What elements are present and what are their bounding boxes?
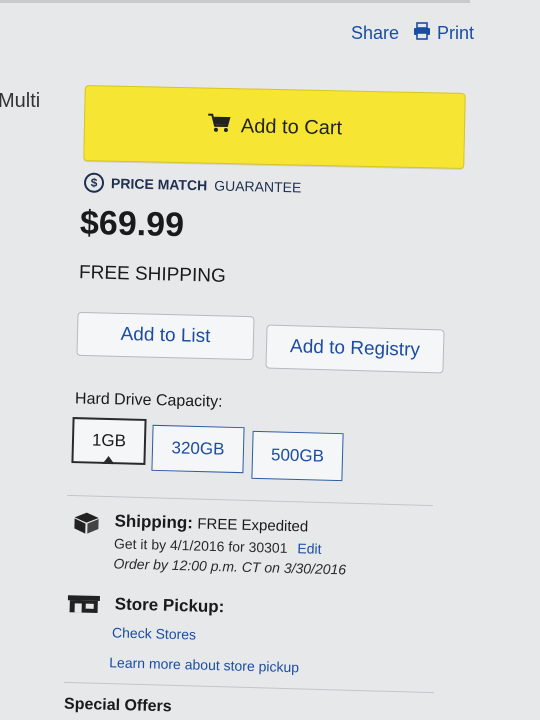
capacity-option-500gb[interactable]: 500GB [251, 430, 344, 482]
print-label: Print [436, 23, 474, 43]
store-pickup-title: Store Pickup: [114, 594, 225, 617]
section-divider [67, 494, 433, 507]
price-match-guarantee[interactable]: $ PRICE MATCH GUARANTEE [83, 172, 302, 198]
print-link[interactable]: Print [413, 22, 474, 45]
add-to-cart-button[interactable]: Add to Cart [83, 85, 466, 169]
edit-zip-link[interactable]: Edit [297, 540, 322, 557]
product-price: $69.99 [79, 203, 185, 245]
special-offers-heading: Special Offers [63, 695, 172, 716]
capacity-option-1gb[interactable]: 1GB [71, 417, 147, 465]
add-to-cart-label: Add to Cart [240, 114, 343, 139]
share-link[interactable]: Share [351, 23, 399, 44]
store-icon [66, 593, 101, 619]
price-match-bold: PRICE MATCH [110, 175, 208, 194]
printer-icon [413, 22, 431, 45]
dollar-badge-icon: $ [83, 172, 105, 193]
share-print-bar: Share Print [351, 22, 474, 45]
capacity-option-320gb[interactable]: 320GB [151, 424, 245, 474]
price-match-rest: GUARANTEE [214, 177, 302, 196]
shipping-section: Shipping: FREE Expedited Get it by 4/1/2… [71, 510, 432, 579]
learn-more-pickup-link[interactable]: Learn more about store pickup [109, 654, 435, 679]
cart-icon [207, 113, 232, 139]
top-divider [0, 0, 470, 3]
box-icon [72, 510, 101, 540]
add-to-list-button[interactable]: Add to List [76, 311, 255, 361]
order-by-text: Order by 12:00 p.m. CT on 3/30/2016 [113, 555, 347, 578]
section-divider-bottom [64, 681, 434, 694]
add-to-registry-button[interactable]: Add to Registry [265, 324, 445, 374]
store-pickup-section: Store Pickup: Check Stores Learn more ab… [65, 593, 437, 679]
check-stores-link[interactable]: Check Stores [112, 624, 436, 648]
get-it-by-text: Get it by 4/1/2016 for 30301 [113, 535, 288, 556]
hard-drive-capacity-label: Hard Drive Capacity: [74, 390, 223, 411]
shipping-title: Shipping: [114, 511, 194, 533]
shipping-value: FREE Expedited [197, 515, 309, 536]
product-title-fragment: Multi [0, 90, 41, 112]
free-shipping-label: FREE SHIPPING [78, 262, 227, 287]
